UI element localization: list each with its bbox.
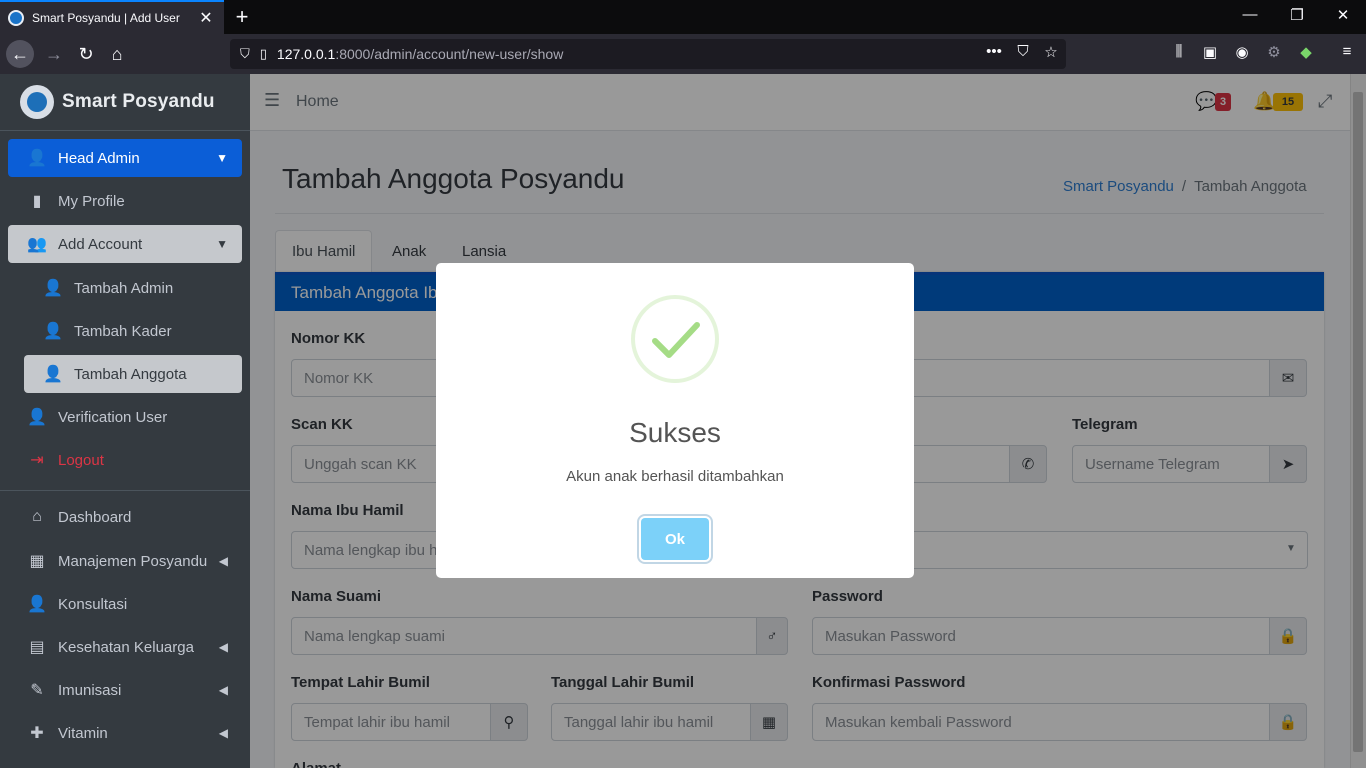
- syringe-icon: ✎: [30, 682, 44, 699]
- back-arrow-icon[interactable]: ←: [6, 40, 34, 68]
- close-tab-icon[interactable]: ✕: [196, 8, 216, 28]
- sidebar-item-label: Kesehatan Keluarga: [58, 638, 194, 656]
- chevron-left-icon: ◀: [218, 726, 228, 740]
- ok-button[interactable]: Ok: [641, 518, 709, 560]
- extension-icon[interactable]: ⚙: [1263, 43, 1285, 61]
- sidebar-item-label: Head Admin: [58, 149, 140, 167]
- sidebar-item-label: Imunisasi: [58, 681, 122, 699]
- sidebar-item-label: Tambah Admin: [74, 279, 174, 297]
- menu-icon[interactable]: ≡: [1336, 43, 1358, 60]
- extension-color-icon[interactable]: ◆: [1295, 43, 1317, 61]
- bookmark-star-icon[interactable]: ☆: [1040, 43, 1062, 61]
- chevron-down-icon: ▼: [216, 151, 228, 165]
- sidebar-item-tambah-anggota[interactable]: 👤 Tambah Anggota: [24, 355, 242, 393]
- sidebar-item-label: Vitamin: [58, 724, 108, 742]
- sidebar-item-label: Verification User: [58, 408, 168, 426]
- sidebar-item-logout[interactable]: ⇥ Logout: [8, 441, 242, 479]
- sidebar-item-label: Add Account: [58, 235, 143, 253]
- user-shield-icon: 👤: [43, 323, 63, 340]
- user-md-icon: 👤: [27, 596, 47, 613]
- sidebar-item-label: Logout: [58, 451, 104, 469]
- shield-icon: ⛉: [240, 46, 250, 61]
- brand-logo-icon: [20, 85, 54, 119]
- chevron-left-icon: ◀: [218, 640, 228, 654]
- modal-message: Akun anak berhasil ditambahkan: [566, 468, 784, 485]
- reload-icon[interactable]: ↻: [72, 40, 100, 68]
- user-check-icon: 👤: [27, 409, 47, 426]
- sidebar-item-vitamin[interactable]: ✚ Vitamin ◀: [8, 714, 242, 752]
- brand-link[interactable]: Smart Posyandu: [0, 74, 250, 131]
- brand-name: Smart Posyandu: [62, 91, 215, 112]
- user-cog-icon: 👤: [43, 280, 63, 297]
- forward-arrow-icon[interactable]: →: [40, 40, 68, 68]
- pocket-icon[interactable]: ⛉: [1012, 43, 1034, 60]
- chevron-left-icon: ◀: [218, 683, 228, 697]
- sidebar-item-kesehatan-keluarga[interactable]: ▤ Kesehatan Keluarga ◀: [8, 628, 242, 666]
- sidebar-item-dashboard[interactable]: ⌂ Dashboard: [8, 498, 242, 536]
- users-icon: 👥: [27, 236, 47, 253]
- home-icon: ⌂: [32, 508, 42, 525]
- sidebar-item-konsultasi[interactable]: 👤 Konsultasi: [8, 585, 242, 623]
- sidebar-item-label: Tambah Kader: [74, 322, 172, 340]
- clipboard-icon: ▤: [29, 639, 45, 656]
- account-icon[interactable]: ◉: [1231, 43, 1253, 61]
- sidebar-item-add-account[interactable]: 👥 Add Account ▼: [8, 225, 242, 263]
- sidebar-item-label: My Profile: [58, 192, 125, 210]
- home-icon[interactable]: ⌂: [103, 40, 131, 68]
- new-tab-button[interactable]: +: [230, 4, 254, 30]
- sidebar-item-label: Manajemen Posyandu: [58, 552, 208, 570]
- sidebar-item-label: Konsultasi: [58, 595, 128, 613]
- user-icon: 👤: [43, 366, 63, 383]
- url-bar[interactable]: ⛉ ▯ 127.0.0.1:8000/admin/account/new-use…: [230, 39, 1066, 69]
- medkit-icon: ✚: [30, 725, 44, 742]
- restore-icon[interactable]: ❐: [1285, 6, 1309, 24]
- sidebar-divider: [0, 490, 250, 491]
- browser-tab-title: Smart Posyandu | Add User: [32, 11, 180, 25]
- close-window-icon[interactable]: ✕: [1331, 6, 1355, 24]
- sidebar-item-tambah-kader[interactable]: 👤 Tambah Kader: [24, 312, 242, 350]
- success-check-icon: [631, 295, 719, 383]
- id-card-icon: ▮: [32, 193, 42, 210]
- chevron-left-icon: ◀: [218, 554, 228, 568]
- building-icon: ▦: [29, 553, 45, 570]
- browser-tab[interactable]: Smart Posyandu | Add User ✕: [0, 0, 224, 34]
- user-icon: 👤: [27, 150, 47, 167]
- minimize-icon[interactable]: —: [1238, 6, 1262, 23]
- chevron-down-icon: ▼: [216, 237, 228, 251]
- reader-icon[interactable]: ▣: [1199, 43, 1221, 61]
- sidebar-item-verification-user[interactable]: 👤 Verification User: [8, 398, 242, 436]
- sidebar-item-tambah-admin[interactable]: 👤 Tambah Admin: [24, 269, 242, 307]
- favicon-icon: [8, 10, 24, 26]
- page-icon: ▯: [259, 46, 267, 61]
- library-icon[interactable]: ⫼: [1168, 43, 1190, 60]
- sidebar-item-label: Dashboard: [58, 508, 132, 526]
- sidebar-item-my-profile[interactable]: ▮ My Profile: [8, 182, 242, 220]
- url-host: 127.0.0.1: [276, 46, 336, 62]
- modal-title: Sukses: [629, 417, 721, 448]
- more-actions-icon[interactable]: •••: [983, 43, 1005, 60]
- sidebar-item-manajemen-posyandu[interactable]: ▦ Manajemen Posyandu ◀: [8, 542, 242, 580]
- logout-icon: ⇥: [30, 452, 44, 469]
- url-path: :8000/admin/account/new-user/show: [335, 46, 564, 62]
- sidebar-item-head-admin[interactable]: 👤 Head Admin ▼: [8, 139, 242, 177]
- sidebar-item-imunisasi[interactable]: ✎ Imunisasi ◀: [8, 671, 242, 709]
- sidebar-item-label: Tambah Anggota: [74, 365, 187, 383]
